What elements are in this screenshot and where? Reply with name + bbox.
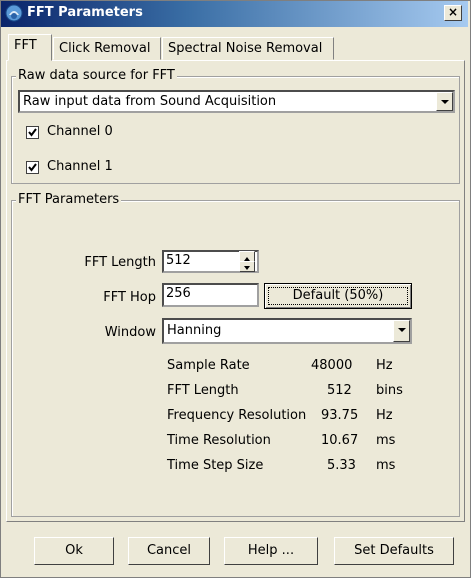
info-name: Time Resolution [167,433,271,448]
spin-down-button[interactable] [239,261,255,272]
window-title: FFT Parameters [27,5,143,20]
info-name: FFT Length [167,383,239,398]
focus-ring [268,287,408,305]
channel-0-label: Channel 0 [47,124,113,139]
chevron-down-icon[interactable] [393,320,410,342]
channel-1-label: Channel 1 [47,159,113,174]
info-name: Time Step Size [167,458,264,473]
cancel-button[interactable]: Cancel [128,537,210,565]
channel-0-checkbox[interactable] [26,126,39,139]
fft-hop-field[interactable]: 256 [162,283,259,307]
default-hop-button[interactable]: Default (50%) [264,283,412,309]
close-button[interactable]: × [444,5,462,21]
info-unit: Hz [376,408,393,423]
fft-hop-value: 256 [166,286,191,301]
help-button[interactable]: Help ... [224,537,318,565]
fft-hop-label: FFT Hop [103,290,156,305]
info-name: Sample Rate [167,358,250,373]
chevron-down-icon[interactable] [436,92,453,111]
fft-length-label: FFT Length [84,255,156,270]
info-name: Frequency Resolution [167,408,307,423]
info-value: 93.75 [321,408,359,423]
raw-source-legend: Raw data source for FFT [16,68,177,83]
tab-spectral-noise-removal[interactable]: Spectral Noise Removal [162,37,334,60]
fft-length-value: 512 [166,253,191,268]
raw-source-selected: Raw input data from Sound Acquisition [23,94,277,109]
window-select[interactable]: Hanning [162,318,412,344]
window-label: Window [104,325,156,340]
info-value: 5.33 [327,458,356,473]
info-unit: Hz [376,358,393,373]
channel-1-checkbox[interactable] [26,161,39,174]
tab-click-removal[interactable]: Click Removal [53,37,161,60]
info-unit: ms [376,433,396,448]
fft-parameters-legend: FFT Parameters [16,192,122,207]
ok-button[interactable]: Ok [34,537,114,565]
app-icon [5,4,23,22]
info-value: 48000 [311,358,353,373]
info-unit: ms [376,458,396,473]
info-value: 512 [327,383,352,398]
tab-fft[interactable]: FFT [8,34,52,61]
window-selected: Hanning [167,323,222,338]
info-value: 10.67 [321,433,359,448]
info-unit: bins [376,383,403,398]
raw-source-select[interactable]: Raw input data from Sound Acquisition [18,90,455,113]
set-defaults-button[interactable]: Set Defaults [334,537,454,565]
